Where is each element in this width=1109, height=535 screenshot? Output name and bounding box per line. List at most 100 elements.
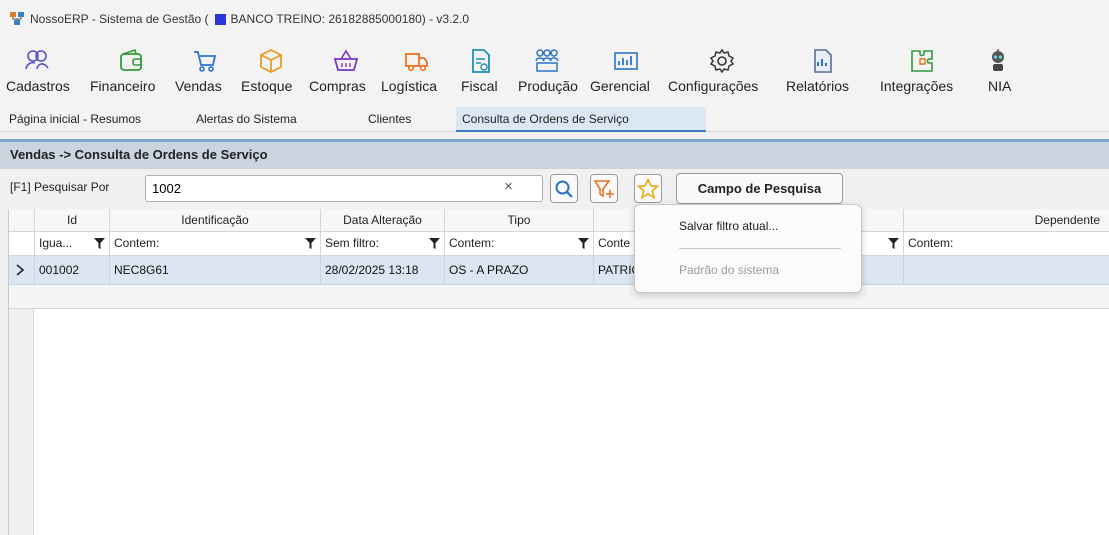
ribbon-gerencial[interactable]: Gerencial	[590, 46, 650, 102]
ribbon-nia[interactable]: NIA	[983, 46, 1013, 102]
ribbon-logistica[interactable]: Logística	[381, 46, 437, 102]
column-header-tipo[interactable]: Tipo	[445, 209, 594, 231]
tab-consulta-os[interactable]: Consulta de Ordens de Serviço	[456, 107, 706, 132]
ribbon-label: Logística	[381, 78, 438, 94]
filter-operator: Igua...	[39, 236, 73, 250]
ribbon-estoque[interactable]: Estoque	[241, 46, 292, 102]
ribbon-financeiro[interactable]: Financeiro	[90, 46, 155, 102]
ribbon-integracoes[interactable]: Integrações	[880, 46, 953, 102]
row-indicator-filter	[9, 232, 35, 255]
cell-id[interactable]: 001002	[35, 256, 110, 284]
favorite-filters-button[interactable]	[634, 174, 662, 203]
filter-cell-tipo[interactable]: Contem:	[445, 232, 594, 255]
users-icon	[25, 50, 49, 70]
column-header-identificacao[interactable]: Identificação	[110, 209, 321, 231]
cell-identificacao[interactable]: NEC8G61	[110, 256, 321, 284]
row-indicator-header	[9, 209, 35, 231]
filter-icon[interactable]	[578, 238, 589, 249]
search-input[interactable]	[145, 175, 543, 202]
column-header-data-alteracao[interactable]: Data Alteração	[321, 209, 445, 231]
box-icon	[260, 48, 282, 74]
filter-icon[interactable]	[429, 238, 440, 249]
filter-operator: Contem:	[908, 236, 954, 250]
column-header-dependente[interactable]: Dependente	[904, 209, 1109, 231]
ribbon-vendas[interactable]: Vendas	[175, 46, 222, 102]
ribbon-compras[interactable]: Compras	[309, 46, 366, 102]
cell-tipo[interactable]: OS - A PRAZO	[445, 256, 594, 284]
cell-dependente[interactable]	[904, 256, 1109, 284]
grid-filter-row: Igua... Contem: Sem filtro: Contem: Cont…	[9, 232, 1109, 256]
tab-alertas[interactable]: Alertas do Sistema	[190, 107, 303, 132]
wallet-icon	[120, 48, 142, 71]
menu-separator	[679, 248, 841, 249]
ribbon-label: Vendas	[175, 78, 222, 94]
ribbon-label: Relatórios	[786, 78, 850, 94]
filter-cell-data-alteracao[interactable]: Sem filtro:	[321, 232, 445, 255]
filter-operator: Conte	[598, 236, 631, 250]
chart-icon	[614, 52, 638, 70]
filter-icon[interactable]	[305, 238, 316, 249]
ribbon-label: Financeiro	[90, 78, 156, 94]
ribbon-label: Gerencial	[590, 78, 650, 94]
window-title-suffix: BANCO TREINO: 26182885000180) - v3.2.0	[230, 12, 470, 26]
new-row-placeholder[interactable]	[9, 285, 1109, 309]
screen-title: Vendas -> Consulta de Ordens de Serviço	[0, 139, 1109, 169]
document-tabs: Página inicial - Resumos Alertas do Sist…	[0, 104, 1109, 132]
robot-icon	[992, 49, 1004, 71]
ribbon-label: Cadastros	[6, 78, 70, 94]
filter-operator: Sem filtro:	[325, 236, 380, 250]
filter-cell-dependente[interactable]: Contem:	[904, 232, 1109, 255]
basket-icon	[333, 49, 359, 71]
add-filter-button[interactable]	[590, 174, 618, 203]
cell-data-alteracao[interactable]: 28/02/2025 13:18	[321, 256, 445, 284]
ribbon-label: Compras	[309, 78, 366, 94]
orders-grid: Id Identificação Data Alteração Tipo Dep…	[8, 209, 1109, 535]
filter-operator: Contem:	[449, 236, 495, 250]
window-title-prefix: NossoERP - Sistema de Gestão (	[30, 12, 209, 26]
puzzle-icon	[911, 50, 933, 72]
database-marker-icon	[214, 13, 226, 25]
truck-icon	[405, 53, 428, 72]
tab-pagina-inicial[interactable]: Página inicial - Resumos	[3, 107, 147, 132]
menu-item-save-filter[interactable]: Salvar filtro atual...	[679, 219, 778, 233]
gear-icon	[709, 48, 735, 74]
ribbon-fiscal[interactable]: Fiscal	[461, 46, 498, 102]
ribbon-configuracoes[interactable]: Configurações	[668, 46, 758, 102]
clear-search-icon[interactable]: ×	[504, 178, 513, 195]
ribbon-label: Configurações	[668, 78, 759, 94]
search-button[interactable]	[550, 174, 578, 203]
table-row[interactable]: 001002 NEC8G61 28/02/2025 13:18 OS - A P…	[9, 256, 1109, 285]
ribbon-label: Integrações	[880, 78, 954, 94]
filter-cell-identificacao[interactable]: Contem:	[110, 232, 321, 255]
star-icon	[637, 177, 659, 199]
ribbon-label: NIA	[988, 78, 1012, 94]
ribbon-cadastros[interactable]: Cadastros	[6, 46, 70, 102]
column-header-id[interactable]: Id	[35, 209, 110, 231]
ribbon-label: Fiscal	[461, 78, 498, 94]
search-label: [F1] Pesquisar Por	[10, 180, 110, 194]
filter-cell-id[interactable]: Igua...	[35, 232, 110, 255]
row-indicator	[9, 256, 35, 284]
ribbon-relatorios[interactable]: Relatórios	[786, 46, 849, 102]
chevron-right-icon	[16, 264, 25, 276]
menu-item-default-filter: Padrão do sistema	[679, 263, 780, 277]
filter-operator: Contem:	[114, 236, 160, 250]
report-icon	[814, 49, 832, 73]
filter-icon[interactable]	[94, 238, 105, 249]
tab-clientes[interactable]: Clientes	[362, 107, 417, 132]
search-icon	[555, 180, 573, 198]
ribbon-label: Produção	[518, 78, 578, 94]
search-bar: [F1] Pesquisar Por × Campo de Pesquisa	[0, 170, 1109, 208]
ribbon-label: Estoque	[241, 78, 293, 94]
filter-add-icon	[593, 179, 614, 198]
grid-empty-area	[9, 309, 34, 535]
ribbon-producao[interactable]: Produção	[518, 46, 578, 102]
people-group-icon	[535, 49, 559, 72]
app-logo-icon	[10, 12, 24, 25]
main-ribbon: Cadastros Financeiro Vendas Estoque Comp…	[0, 38, 1109, 104]
favorite-filters-menu: Salvar filtro atual... Padrão do sistema	[634, 204, 862, 293]
campo-de-pesquisa-button[interactable]: Campo de Pesquisa	[676, 173, 843, 204]
filter-icon[interactable]	[888, 238, 899, 249]
document-icon	[472, 49, 490, 73]
window-title-bar: NossoERP - Sistema de Gestão ( BANCO TRE…	[0, 0, 1109, 38]
